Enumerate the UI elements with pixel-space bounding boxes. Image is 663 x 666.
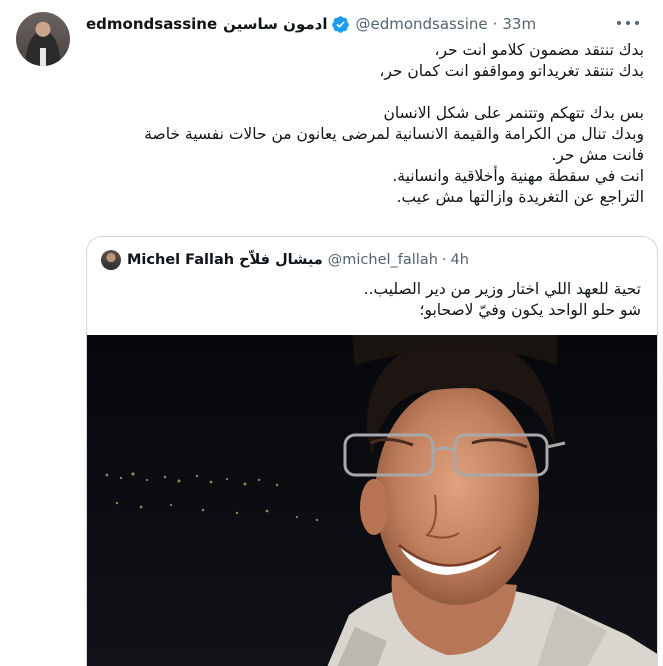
- author-name-arabic[interactable]: ادمون ساسين: [223, 15, 327, 33]
- tweet-text-line: بس بدك تتهكم وتتنمر على شكل الانسان: [383, 104, 644, 122]
- tweet-text-line: بدك تنتقد مضمون كلامو انت حر،: [434, 41, 644, 59]
- tweet-text-line: وبدك تنال من الكرامة والقيمة الانسانية ل…: [144, 125, 644, 143]
- quoted-text-line: شو حلو الواحد يكون وفيّ لاصحابو؛: [419, 301, 641, 319]
- more-options-icon[interactable]: [617, 16, 639, 30]
- quoted-tweet-timestamp: 4h: [450, 252, 469, 268]
- quoted-text-line: تحية للعهد اللي اختار وزير من دير الصليب…: [363, 280, 641, 298]
- tweet-header: edmondsassine ادمون ساسين @edmondsassine…: [86, 12, 536, 36]
- verified-badge-icon: [332, 15, 350, 33]
- tweet-text: بدك تنتقد مضمون كلامو انت حر، بدك تنتقد …: [86, 40, 644, 208]
- author-handle[interactable]: @edmondsassine: [355, 15, 487, 33]
- tweet-text-line: بدك تنتقد تغريداتو ومواقفو انت كمان حر،: [379, 62, 644, 80]
- tweet[interactable]: edmondsassine ادمون ساسين @edmondsassine…: [0, 0, 663, 666]
- portrait-photo-image: [87, 335, 657, 666]
- quoted-author-name-arabic: ميشال فلاّح: [239, 252, 323, 268]
- quoted-tweet-photo[interactable]: [87, 335, 657, 666]
- quoted-author-name-latin: Michel Fallah: [127, 252, 235, 268]
- quoted-author-handle: @michel_fallah: [327, 252, 438, 268]
- tweet-text-line: فانت مش حر.: [551, 146, 644, 164]
- quoted-tweet-header: Michel Fallah ميشال فلاّح @michel_fallah…: [101, 249, 469, 271]
- quoted-author-avatar: [101, 250, 121, 270]
- quoted-tweet-card[interactable]: Michel Fallah ميشال فلاّح @michel_fallah…: [86, 236, 658, 666]
- author-avatar[interactable]: [16, 12, 70, 66]
- author-name-latin[interactable]: edmondsassine: [86, 15, 217, 33]
- separator-dot: ·: [492, 15, 498, 33]
- tweet-text-line: التراجع عن التغريدة وازالتها مش عيب.: [396, 188, 644, 206]
- separator-dot: ·: [441, 252, 447, 268]
- tweet-text-line: انت في سقطة مهنية وأخلاقية وانسانية.: [392, 167, 644, 185]
- tweet-timestamp[interactable]: 33m: [502, 15, 536, 33]
- quoted-tweet-text: تحية للعهد اللي اختار وزير من دير الصليب…: [101, 279, 641, 321]
